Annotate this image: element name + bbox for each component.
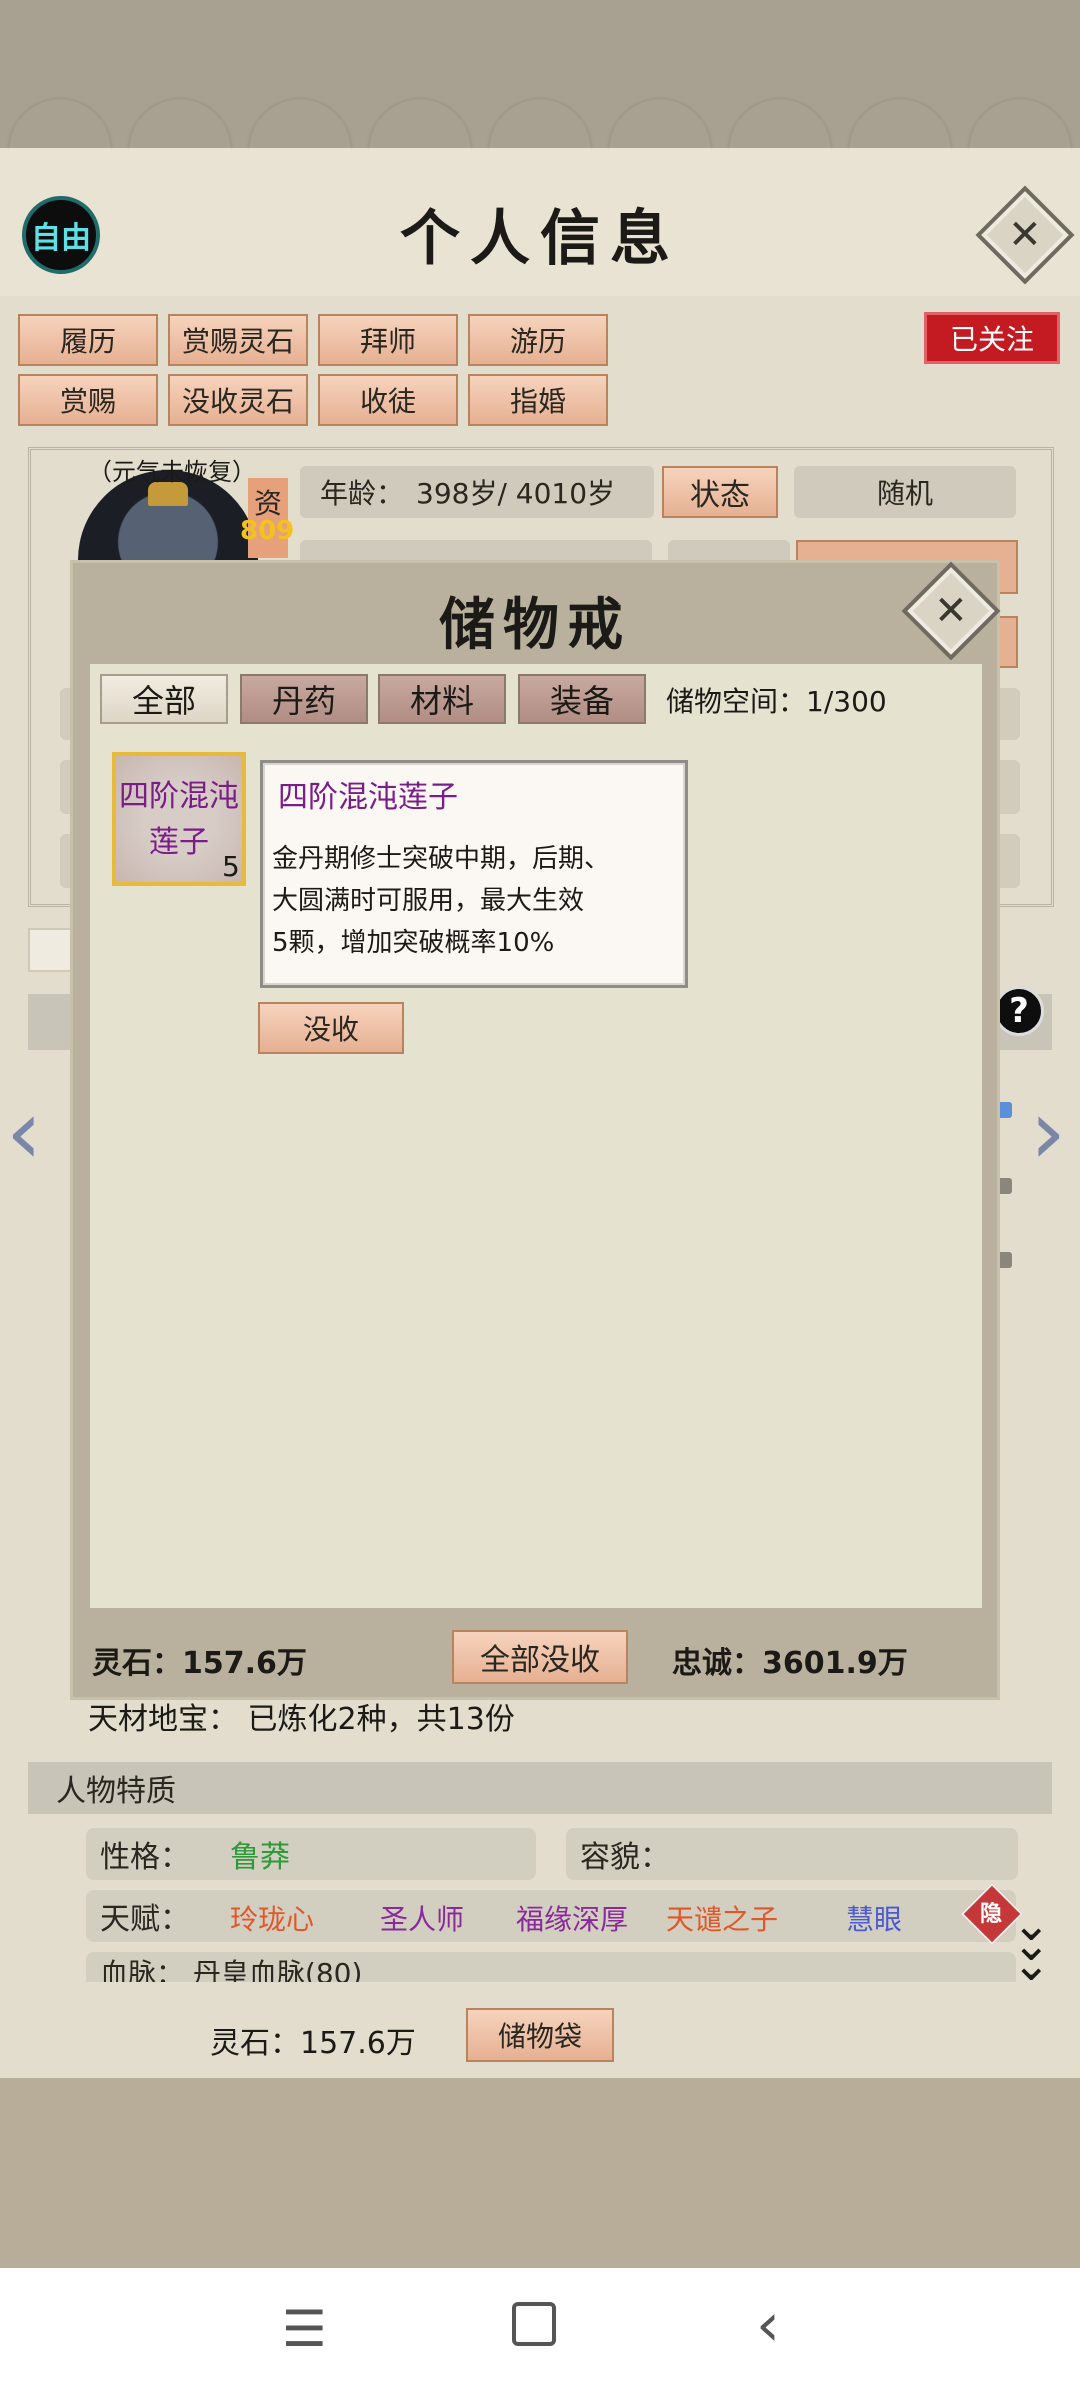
- action-button-travel[interactable]: 游历: [468, 314, 608, 366]
- aptitude-value: 809: [240, 516, 295, 546]
- menu-icon[interactable]: ☰: [282, 2300, 327, 2358]
- tooltip-desc-line: 大圆满时可服用，最大生效: [272, 886, 585, 916]
- talent-item[interactable]: 天谴之子: [666, 1898, 778, 1938]
- age-value: 398岁/ 4010岁: [416, 477, 616, 510]
- action-button-reward-stones[interactable]: 赏赐灵石: [168, 314, 308, 366]
- talent-item[interactable]: 慧眼: [846, 1898, 902, 1938]
- random-button[interactable]: 随机: [794, 466, 1016, 518]
- tab-pills[interactable]: 丹药: [240, 674, 368, 724]
- confiscate-all-button[interactable]: 全部没收: [452, 1630, 628, 1684]
- close-icon: ✕: [1008, 211, 1042, 258]
- tooltip-desc-line: 金丹期修士突破中期，后期、: [272, 844, 611, 874]
- age-label: 年龄：: [320, 477, 405, 510]
- chevron-left-icon[interactable]: ‹: [6, 1088, 42, 1178]
- personality-label: 性格：: [100, 1840, 190, 1875]
- action-button-arrange-marriage[interactable]: 指婚: [468, 374, 608, 426]
- tooltip-description: 金丹期修士突破中期，后期、 大圆满时可服用，最大生效 5颗，增加突破概率10%: [272, 838, 672, 964]
- tooltip-desc-line: 5颗，增加突破概率10%: [272, 928, 555, 958]
- tab-all[interactable]: 全部: [100, 674, 228, 724]
- status-button[interactable]: 状态: [662, 466, 778, 518]
- traits-header: 人物特质: [28, 1762, 1052, 1814]
- top-decorative-band: [0, 0, 1080, 150]
- action-button-confiscate-stones[interactable]: 没收灵石: [168, 374, 308, 426]
- chevron-right-icon[interactable]: ›: [1030, 1088, 1066, 1178]
- dialog-title: 储物戒: [439, 592, 631, 658]
- action-button-reward[interactable]: 赏赐: [18, 374, 158, 426]
- hidden-badge-label: 隐: [980, 1902, 1003, 1927]
- bloodline-row: 血脉： 丹皇血脉(80): [86, 1952, 1016, 1982]
- dialog-spirit-stones: 灵石：157.6万: [92, 1646, 307, 1681]
- home-icon[interactable]: [512, 2302, 556, 2346]
- personality-value: 鲁莽: [230, 1840, 290, 1875]
- action-button-take-disciple[interactable]: 收徒: [318, 374, 458, 426]
- treasure-summary: 天材地宝： 已炼化2种，共13份: [88, 1702, 515, 1737]
- talent-item[interactable]: 圣人师: [380, 1898, 464, 1938]
- talent-item[interactable]: 玲珑心: [230, 1898, 314, 1938]
- bottom-decorative-band: [0, 2078, 1080, 2268]
- spirit-stones: 灵石：157.6万: [210, 2026, 416, 2061]
- action-button-apprentice[interactable]: 拜师: [318, 314, 458, 366]
- storage-bag-button[interactable]: 储物袋: [466, 2008, 614, 2062]
- age-cell: 年龄： 398岁/ 4010岁: [300, 466, 654, 518]
- double-chevron-down-icon[interactable]: ⌄ ⌄ ⌄: [1012, 1901, 1051, 1987]
- close-icon: ✕: [934, 587, 968, 634]
- help-icon[interactable]: ?: [994, 986, 1044, 1036]
- personality-cell: 性格： 鲁莽: [86, 1828, 536, 1880]
- item-count: 5: [222, 850, 240, 883]
- talent-label: 天赋：: [100, 1902, 190, 1937]
- back-icon[interactable]: ‹: [756, 2290, 780, 2360]
- page-title: 个人信息: [400, 204, 680, 274]
- action-button-resume[interactable]: 履历: [18, 314, 158, 366]
- confiscate-button[interactable]: 没收: [258, 1002, 404, 1054]
- tooltip-title: 四阶混沌莲子: [278, 780, 458, 815]
- tab-equipment[interactable]: 装备: [518, 674, 646, 724]
- followed-button[interactable]: 已关注: [924, 312, 1060, 364]
- loyalty-value: 忠诚：3601.9万: [672, 1646, 908, 1681]
- storage-capacity: 储物空间：1/300: [666, 685, 887, 718]
- item-name-line: 四阶混沌: [119, 779, 239, 814]
- appearance-cell: 容貌：: [566, 1828, 1018, 1880]
- tab-materials[interactable]: 材料: [378, 674, 506, 724]
- appearance-label: 容貌：: [580, 1840, 670, 1875]
- vitality-status-note: （元气未恢复）: [88, 458, 256, 486]
- talent-item[interactable]: 福缘深厚: [516, 1898, 628, 1938]
